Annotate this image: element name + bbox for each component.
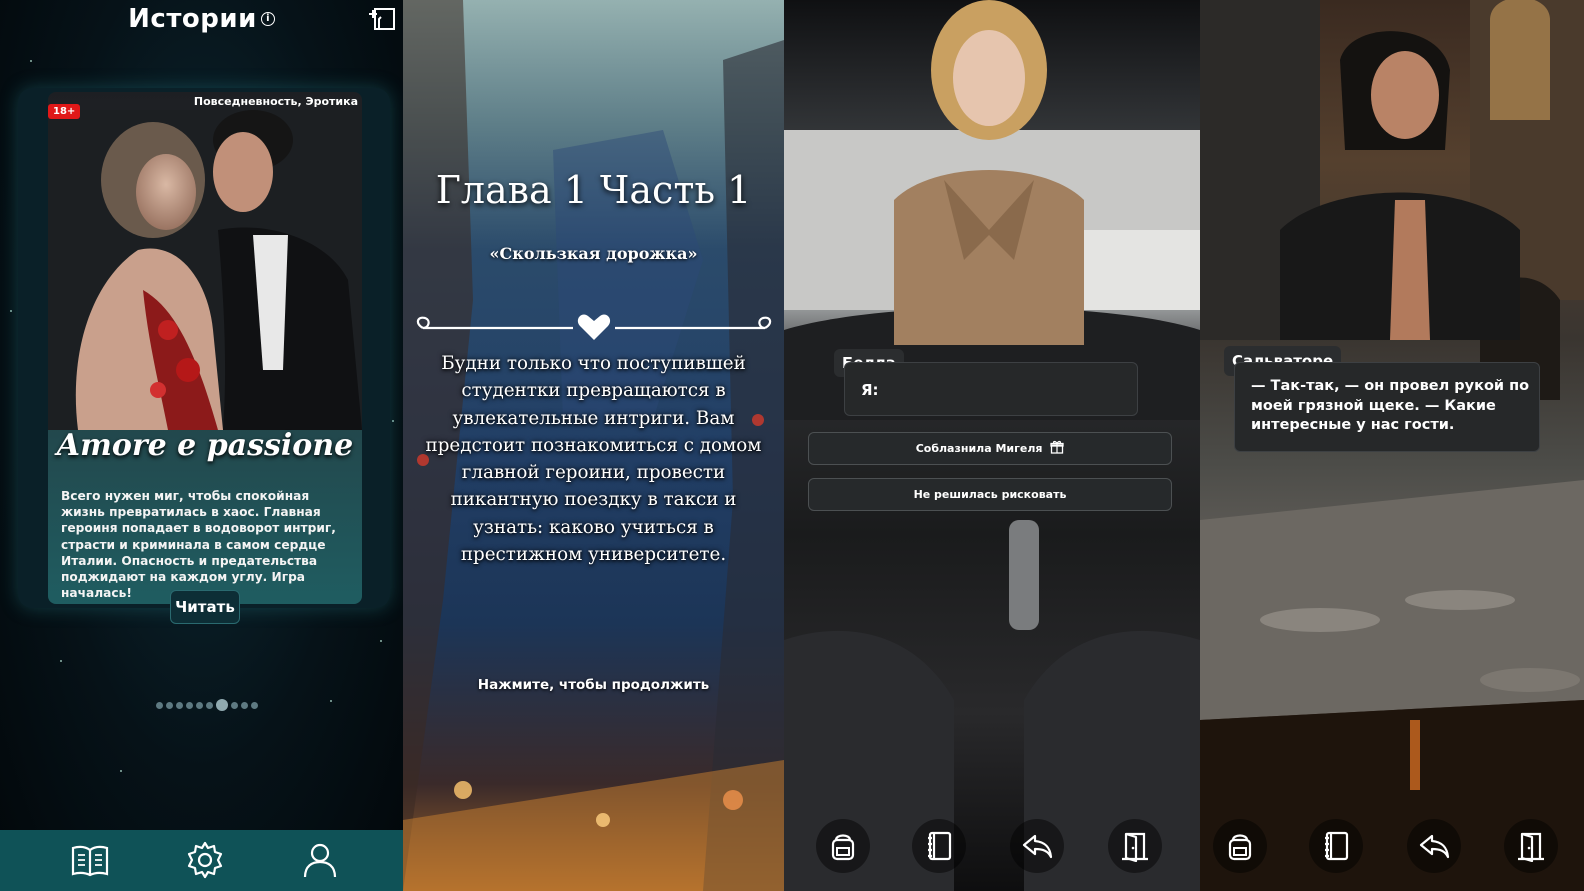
book-add-icon[interactable]	[367, 6, 397, 32]
exit-button[interactable]	[1504, 819, 1558, 873]
story-description: Всего нужен миг, чтобы спокойная жизнь п…	[61, 489, 336, 601]
pager-dot[interactable]	[206, 701, 213, 709]
stories-header: Истории i	[0, 4, 403, 40]
age-rating-badge: 18+	[48, 104, 81, 119]
exit-door-icon	[1122, 832, 1148, 862]
stories-screen: Истории i Повседневность, Эротика 18+ Am…	[0, 0, 403, 891]
courtyard-scene-screen: Сальваторе — Так-так, — он провел рукой …	[1200, 0, 1584, 891]
gear-icon[interactable]	[185, 840, 225, 880]
continue-hint[interactable]: Нажмите, чтобы продолжить	[403, 677, 784, 693]
pager-dot-active[interactable]	[216, 699, 228, 711]
star	[60, 660, 62, 662]
pager-dot[interactable]	[156, 701, 163, 709]
star	[380, 640, 382, 642]
gift-icon	[1050, 440, 1064, 454]
car-scene-screen: Белла Я: Соблазнила Мигеля Не решилась р…	[784, 0, 1200, 891]
dialog-text: Я:	[861, 381, 879, 399]
journal-button[interactable]	[912, 819, 966, 873]
dialog-box[interactable]: — Так-так, — он провел рукой по моей гря…	[1234, 362, 1540, 452]
backpack-icon	[831, 834, 855, 861]
star	[330, 700, 332, 702]
carousel-pager	[156, 699, 258, 711]
book-icon[interactable]	[70, 840, 110, 880]
chapter-description: Будни только что поступившей студентки п…	[425, 353, 762, 566]
choice-label: Не решилась рисковать	[913, 488, 1067, 501]
heart-divider	[416, 314, 772, 340]
pager-dot[interactable]	[241, 701, 248, 709]
star	[10, 310, 12, 312]
pager-dot[interactable]	[196, 701, 203, 709]
inventory-button[interactable]	[816, 819, 870, 873]
story-title: Amore e passione	[56, 428, 354, 463]
undo-icon	[1022, 834, 1053, 859]
undo-button[interactable]	[1407, 819, 1461, 873]
exit-button[interactable]	[1108, 819, 1162, 873]
pager-dot[interactable]	[166, 701, 173, 709]
info-icon[interactable]: i	[260, 12, 275, 26]
inventory-button[interactable]	[1213, 819, 1267, 873]
star	[30, 60, 32, 62]
heart-icon	[577, 314, 611, 340]
choice-label: Соблазнила Мигеля	[915, 442, 1043, 455]
chapter-subtitle: «Скользкая дорожка»	[489, 244, 698, 263]
pager-dot[interactable]	[231, 701, 238, 709]
choice-button-decline[interactable]: Не решилась рисковать	[808, 478, 1172, 511]
star	[120, 770, 122, 772]
exit-door-icon	[1518, 832, 1544, 862]
undo-icon	[1419, 834, 1450, 859]
journal-button[interactable]	[1309, 819, 1363, 873]
pager-dot[interactable]	[251, 701, 258, 709]
user-icon[interactable]	[300, 840, 340, 880]
dialog-box[interactable]: Я:	[844, 362, 1138, 416]
pager-dot[interactable]	[186, 701, 193, 709]
read-button[interactable]: Читать	[170, 590, 240, 624]
cover-art	[48, 110, 362, 430]
choice-button-seduce[interactable]: Соблазнила Мигеля	[808, 432, 1172, 465]
bottom-nav	[0, 830, 403, 891]
story-card[interactable]: Повседневность, Эротика 18+ Amore e pass…	[48, 92, 362, 604]
backpack-icon	[1228, 834, 1252, 861]
dialog-text: — Так-так, — он провел рукой по моей гря…	[1251, 378, 1530, 433]
undo-button[interactable]	[1010, 819, 1064, 873]
journal-icon	[1325, 831, 1349, 861]
journal-icon	[928, 831, 952, 861]
chapter-intro-screen[interactable]: Глава 1 Часть 1 «Скользкая дорожка» Будн…	[403, 0, 784, 891]
chapter-title: Глава 1 Часть 1	[435, 168, 752, 212]
page-title: Истории	[128, 4, 257, 34]
genre-label: Повседневность, Эротика	[193, 95, 358, 108]
pager-dot[interactable]	[176, 701, 183, 709]
star	[392, 420, 394, 422]
